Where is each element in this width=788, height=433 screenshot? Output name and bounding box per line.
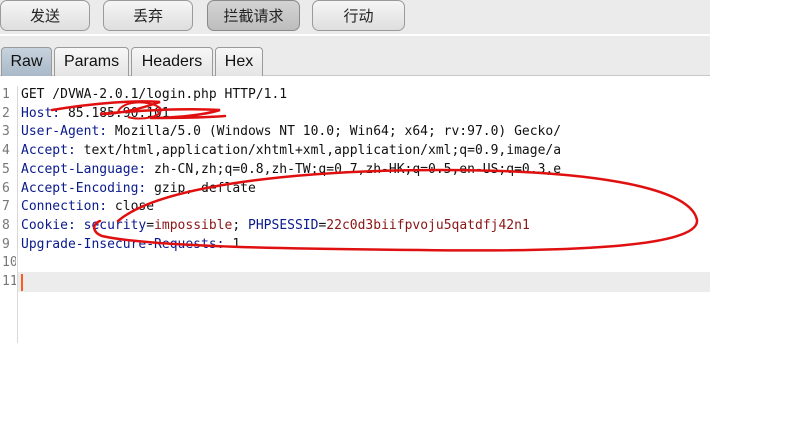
cookie-value-security: impossible [154,217,233,233]
header-value: close [107,199,155,215]
tab-raw[interactable]: Raw [1,47,52,76]
header-upgrade-insecure-requests: Upgrade-Insecure-Requests: 1 [21,236,240,255]
header-name: Accept-Language: [21,161,147,177]
line-number: 1 [2,87,10,102]
header-accept: Accept: text/html,application/xhtml+xml,… [21,142,561,161]
header-name: User-Agent: [21,124,108,140]
line-number: 4 [2,143,10,159]
line-number: 8 [2,217,10,233]
tab-hex[interactable]: Hex [215,47,263,76]
line-number: 10 [2,255,16,271]
header-name: Connection: [21,199,108,215]
raw-request-editor[interactable]: 1 2 3 4 5 6 7 8 9 10 11 GET /DVWA-2.0.1/… [0,86,710,343]
header-name: Accept: [21,143,76,159]
header-connection: Connection: close [21,198,154,217]
line-number: 11 [2,274,16,289]
line-number: 3 [2,124,10,140]
request-line: GET /DVWA-2.0.1/login.php HTTP/1.1 [21,87,288,102]
intercept-toggle-button[interactable]: 拦截请求 [207,0,300,31]
header-host: Host: 85.185.90.101 [21,105,170,124]
header-value: 1 [224,236,241,252]
cookie-separator: ; [232,217,249,233]
tab-params[interactable]: Params [54,47,129,76]
header-value: zh-CN,zh;q=0.8,zh-TW;q=0.7,zh-HK;q=0.5,e… [146,161,562,177]
header-name: Accept-Encoding: [21,180,147,196]
line-number: 9 [2,236,10,252]
text-caret [21,274,23,291]
header-value: gzip, deflate [146,180,256,196]
cookie-key-security: security [83,217,147,233]
header-name: Upgrade-Insecure-Requests: [21,236,225,252]
intercept-toolbar: 发送 丢弃 拦截请求 行动 [0,0,710,34]
request-text[interactable]: GET /DVWA-2.0.1/login.php HTTP/1.1 Host:… [21,86,710,343]
header-name: Cookie: [21,217,76,233]
line-number-gutter: 1 2 3 4 5 6 7 8 9 10 11 [0,86,18,343]
line-number: 7 [2,199,10,215]
header-value: Mozilla/5.0 (Windows NT 10.0; Win64; x64… [107,124,562,140]
header-accept-encoding: Accept-Encoding: gzip, deflate [21,180,256,199]
forward-button[interactable]: 发送 [0,0,90,31]
message-view-tabs: Raw Params Headers Hex [0,36,710,76]
cookie-value-session: 22c0d3biifpvoju5qatdfj42n1 [326,217,530,233]
header-accept-language: Accept-Language: zh-CN,zh;q=0.8,zh-TW;q=… [21,161,561,180]
host-value: 85.185.90.101 [60,105,170,121]
line-number: 5 [2,161,10,177]
header-value: text/html,application/xhtml+xml,applicat… [75,143,562,159]
header-name: Host: [21,105,61,121]
line-number: 6 [2,180,10,196]
header-cookie: Cookie: security=impossible; PHPSESSID=2… [21,217,530,233]
tab-headers[interactable]: Headers [131,47,213,76]
line-number: 2 [2,105,10,121]
burp-intercept-panel: 发送 丢弃 拦截请求 行动 Raw Params Headers Hex 1 2… [0,0,788,433]
header-user-agent: User-Agent: Mozilla/5.0 (Windows NT 10.0… [21,123,561,142]
action-button[interactable]: 行动 [312,0,405,31]
cookie-key-session: PHPSESSID [248,217,319,233]
drop-button[interactable]: 丢弃 [103,0,193,31]
